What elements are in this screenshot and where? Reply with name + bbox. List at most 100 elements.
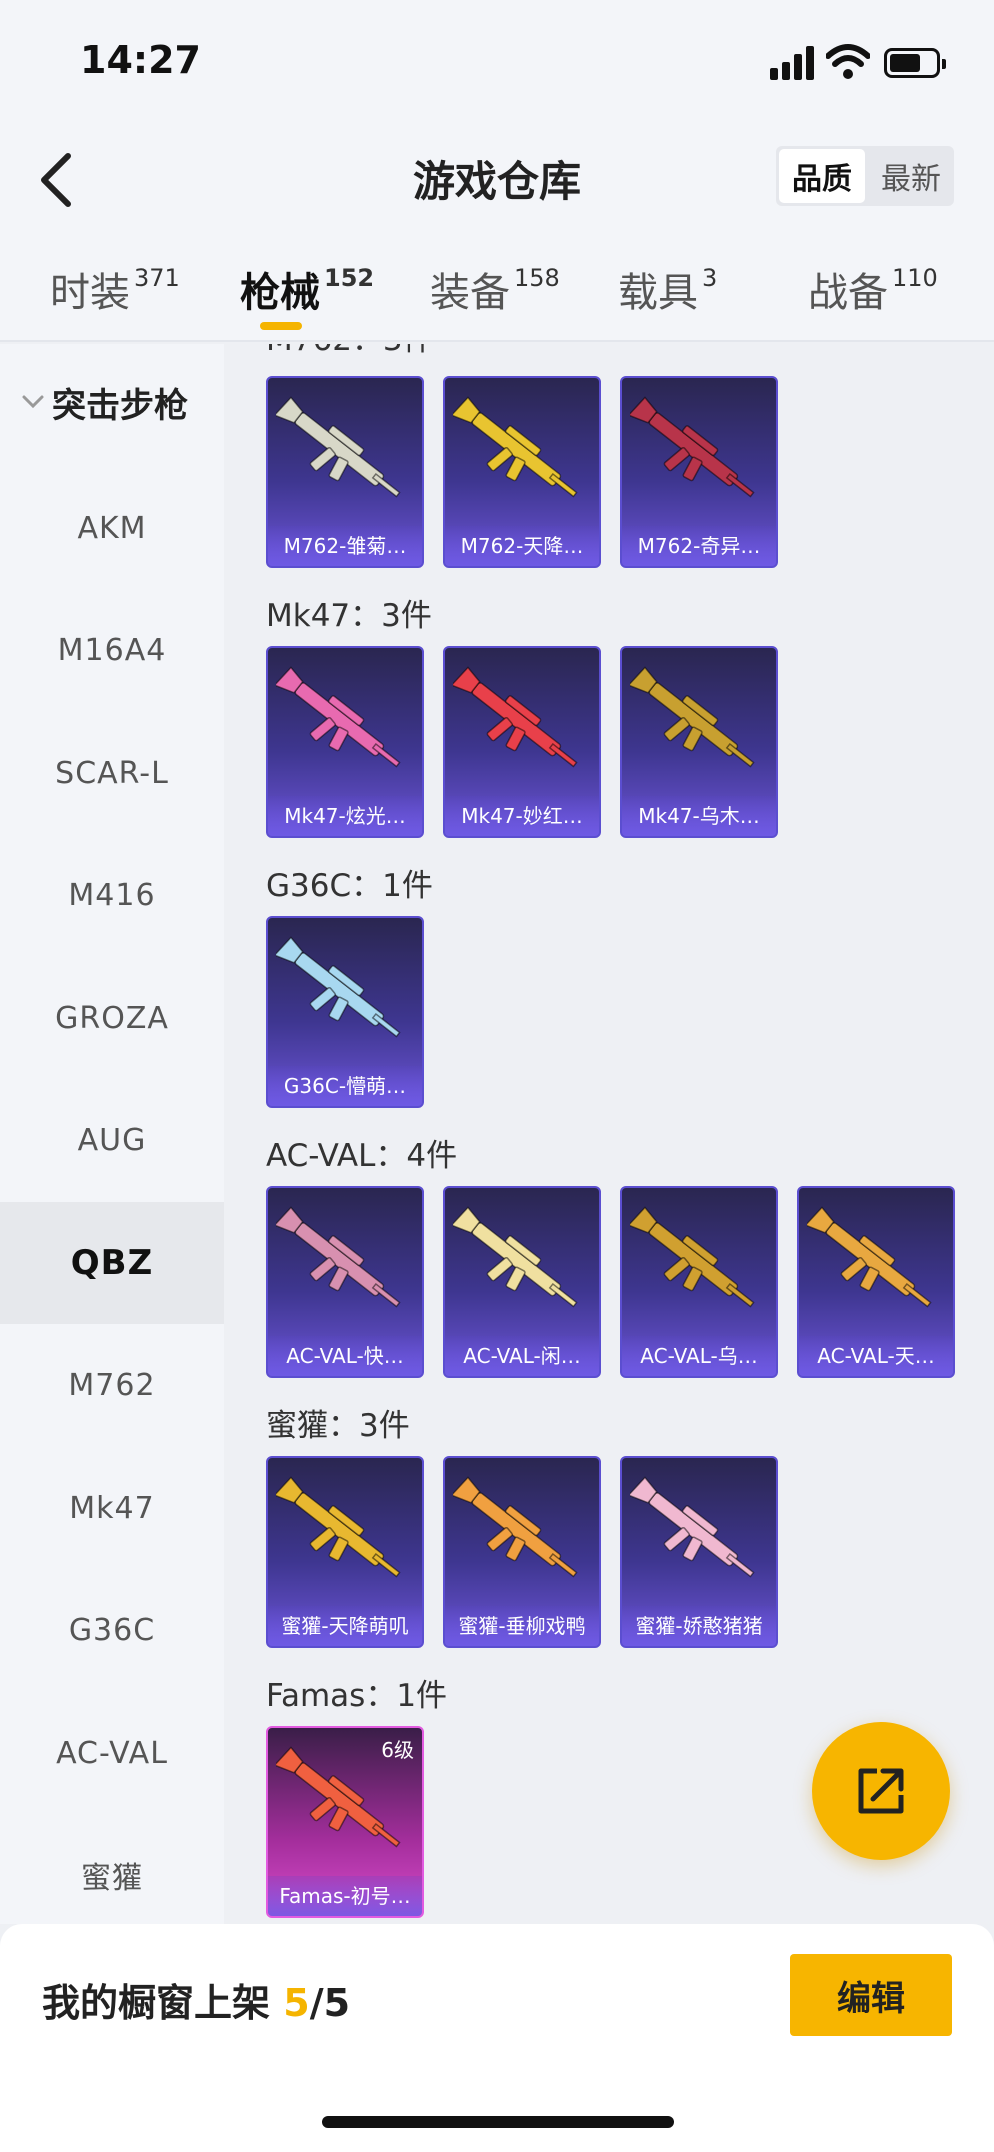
wifi-icon xyxy=(826,44,870,79)
rifle-icon xyxy=(276,1476,401,1578)
weapon-name: AC-VAL-天… xyxy=(799,1336,953,1376)
rifle-icon xyxy=(630,396,755,498)
rifle-icon xyxy=(276,936,401,1038)
tab-count: 371 xyxy=(134,264,180,292)
section-label: AC-VAL：4件 xyxy=(266,1138,458,1174)
rifle-icon xyxy=(630,666,755,768)
tab-indicator xyxy=(260,322,302,330)
weapon-name: 蜜獾-天降萌叽 xyxy=(268,1606,422,1646)
tab-count: 3 xyxy=(702,264,718,292)
category-tabs: 时装 371 枪械 152 装备 158 载具 3 战备 110 xyxy=(0,230,994,342)
weapon-name: Famas-初号… xyxy=(268,1876,422,1916)
rifle-icon xyxy=(453,1206,578,1308)
weapon-card[interactable]: Mk47-炫光… xyxy=(266,646,424,838)
weapon-card[interactable]: Mk47-乌木… xyxy=(620,646,778,838)
weapon-card[interactable]: 蜜獾-天降萌叽 xyxy=(266,1456,424,1648)
tab-label: 载具 xyxy=(618,270,698,316)
weapon-card[interactable]: AC-VAL-闲… xyxy=(443,1186,601,1378)
weapon-name: Mk47-炫光… xyxy=(268,796,422,836)
section-label: M762：3件 xyxy=(266,344,434,359)
signal-icon xyxy=(770,46,814,80)
sort-quality-button[interactable]: 品质 xyxy=(779,149,865,203)
tab-label: 时装 xyxy=(50,270,130,316)
tab-supplies[interactable]: 战备 110 xyxy=(808,260,938,318)
weapon-card[interactable]: 蜜獾-垂柳戏鸭 xyxy=(443,1456,601,1648)
weapon-card[interactable]: M762-天降… xyxy=(443,376,601,568)
sidebar-item-g36c[interactable]: G36C xyxy=(0,1569,224,1691)
sidebar-group-label: 突击步枪 xyxy=(52,385,188,426)
tab-fashion[interactable]: 时装 371 xyxy=(50,260,180,318)
sort-newest-button[interactable]: 最新 xyxy=(868,146,954,206)
tab-vehicles[interactable]: 载具 3 xyxy=(618,260,717,318)
tab-count: 158 xyxy=(514,264,560,292)
weapon-name: AC-VAL-快… xyxy=(268,1336,422,1376)
tab-label: 战备 xyxy=(808,270,888,316)
sidebar-item-m762[interactable]: M762 xyxy=(0,1324,224,1446)
tab-label: 枪械 xyxy=(240,270,320,316)
showcase-total: /5 xyxy=(309,1981,351,2025)
weapon-card[interactable]: AC-VAL-乌… xyxy=(620,1186,778,1378)
weapon-card[interactable]: Mk47-妙红… xyxy=(443,646,601,838)
weapon-card[interactable]: G36C-懵萌… xyxy=(266,916,424,1108)
weapon-name: Mk47-乌木… xyxy=(622,796,776,836)
weapon-card[interactable]: M762-奇异… xyxy=(620,376,778,568)
weapon-card[interactable]: M762-雏菊… xyxy=(266,376,424,568)
showcase-label: 我的橱窗上架 xyxy=(42,1981,284,2025)
sidebar-item-akm[interactable]: AKM xyxy=(0,467,224,589)
rifle-icon xyxy=(276,396,401,498)
status-time: 14:27 xyxy=(80,38,201,82)
share-icon xyxy=(858,1768,904,1814)
sidebar-item-aug[interactable]: AUG xyxy=(0,1079,224,1201)
section-label: Famas：1件 xyxy=(266,1678,448,1714)
sidebar-item-m416[interactable]: M416 xyxy=(0,834,224,956)
weapon-list: M762：3件 M762-雏菊… M762-天降… M762-奇异… Mk47：3件 Mk… xyxy=(224,344,994,1924)
tab-firearms[interactable]: 枪械 152 xyxy=(240,260,374,318)
rifle-icon xyxy=(276,1206,401,1308)
tab-count: 110 xyxy=(892,264,938,292)
showcase-status: 我的橱窗上架 5/5 xyxy=(42,1972,350,2027)
tab-equipment[interactable]: 装备 158 xyxy=(430,260,560,318)
weapon-name: AC-VAL-乌… xyxy=(622,1336,776,1376)
weapon-name: M762-雏菊… xyxy=(268,526,422,566)
section-label: Mk47：3件 xyxy=(266,598,432,634)
tab-count: 152 xyxy=(324,264,375,292)
sidebar-item-ac-val[interactable]: AC-VAL xyxy=(0,1692,224,1814)
section-label: G36C：1件 xyxy=(266,868,433,904)
weapon-name: Mk47-妙红… xyxy=(445,796,599,836)
weapon-card[interactable]: AC-VAL-快… xyxy=(266,1186,424,1378)
sidebar-group-assault-rifles[interactable]: 突击步枪 xyxy=(0,372,224,432)
edit-button[interactable]: 编辑 xyxy=(790,1954,952,2036)
rifle-icon xyxy=(453,1476,578,1578)
sidebar-item-mk47[interactable]: Mk47 xyxy=(0,1447,224,1569)
rifle-icon xyxy=(807,1206,932,1308)
weapon-card[interactable]: 6级 Famas-初号… xyxy=(266,1726,424,1918)
weapon-sidebar: 突击步枪 AKM M16A4 SCAR-L M416 GROZA AUG QBZ… xyxy=(0,344,224,1924)
share-button[interactable] xyxy=(812,1722,950,1860)
chevron-down-icon xyxy=(22,395,44,409)
header: 游戏仓库 品质 最新 xyxy=(0,120,994,230)
sidebar-item-groza[interactable]: GROZA xyxy=(0,957,224,1079)
weapon-card[interactable]: 蜜獾-娇憨猪猪 xyxy=(620,1456,778,1648)
section-label: 蜜獾：3件 xyxy=(266,1408,410,1444)
weapon-card[interactable]: AC-VAL-天… xyxy=(797,1186,955,1378)
rifle-icon xyxy=(630,1206,755,1308)
sidebar-item-m16a4[interactable]: M16A4 xyxy=(0,589,224,711)
status-bar: 14:27 xyxy=(0,0,994,120)
weapon-name: M762-天降… xyxy=(445,526,599,566)
level-badge: 6级 xyxy=(381,1738,414,1762)
rifle-icon xyxy=(276,666,401,768)
rifle-icon xyxy=(630,1476,755,1578)
showcase-count: 5 xyxy=(283,1981,310,2025)
sort-toggle: 品质 最新 xyxy=(776,146,954,206)
sidebar-item-scar-l[interactable]: SCAR-L xyxy=(0,712,224,834)
weapon-name: AC-VAL-闲… xyxy=(445,1336,599,1376)
sidebar-item-honey-badger[interactable]: 蜜獾 xyxy=(0,1814,224,1936)
weapon-name: 蜜獾-娇憨猪猪 xyxy=(622,1606,776,1646)
weapon-name: G36C-懵萌… xyxy=(268,1066,422,1106)
weapon-name: 蜜獾-垂柳戏鸭 xyxy=(445,1606,599,1646)
weapon-name: M762-奇异… xyxy=(622,526,776,566)
tab-label: 装备 xyxy=(430,270,510,316)
rifle-icon xyxy=(453,396,578,498)
sidebar-item-qbz[interactable]: QBZ xyxy=(0,1202,224,1324)
home-indicator xyxy=(322,2116,674,2128)
